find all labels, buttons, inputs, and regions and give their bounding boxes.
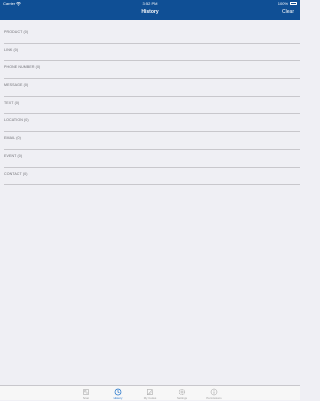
tab-label: Settings	[176, 396, 188, 400]
history-item-email[interactable]: EMAIL (0)	[4, 132, 300, 150]
tab-permissions[interactable]: Permissions	[198, 386, 230, 401]
history-item-event[interactable]: EVENT (0)	[4, 150, 300, 168]
history-item-label: TEXT (0)	[4, 100, 20, 105]
page-title: History	[141, 9, 159, 15]
tab-label: Permissions	[206, 396, 222, 400]
history-item-contact[interactable]: CONTACT (0)	[4, 168, 300, 186]
tab-list: Scan History My Codes Settings Permissio…	[70, 386, 230, 401]
header-bar: Carrier 3:52 PM 100% History Clear	[0, 0, 300, 20]
tab-settings[interactable]: Settings	[166, 386, 198, 401]
tab-bar: Scan History My Codes Settings Permissio…	[0, 385, 300, 400]
status-bar: Carrier 3:52 PM 100%	[0, 0, 300, 7]
status-time: 3:52 PM	[142, 1, 158, 6]
status-right: 100%	[278, 0, 297, 7]
battery-percent: 100%	[277, 1, 288, 6]
history-item-label: PRODUCT (0)	[4, 30, 29, 34]
scan-icon	[83, 388, 89, 395]
history-item-label: PHONE NUMBER (0)	[4, 65, 41, 70]
history-item-label: EVENT (0)	[4, 153, 23, 158]
clock-icon	[114, 388, 122, 395]
info-icon	[210, 388, 218, 395]
history-item-label: CONTACT (0)	[4, 171, 28, 176]
tab-label: My Codes	[143, 396, 157, 400]
history-item-label: LINK (0)	[4, 47, 19, 52]
history-item-message[interactable]: MESSAGE (0)	[4, 79, 300, 97]
history-item-link[interactable]: LINK (0)	[4, 44, 300, 62]
history-item-label: MESSAGE (0)	[4, 83, 29, 88]
tab-scan[interactable]: Scan	[70, 386, 102, 401]
history-item-phone-number[interactable]: PHONE NUMBER (0)	[4, 61, 300, 80]
history-item-location[interactable]: LOCATION (0)	[4, 114, 300, 133]
history-item-label: LOCATION (0)	[4, 118, 29, 123]
tab-label: History	[113, 396, 123, 400]
battery-icon	[290, 2, 297, 5]
tab-my-codes[interactable]: My Codes	[134, 386, 166, 401]
history-item-label: EMAIL (0)	[4, 136, 21, 141]
history-item-product[interactable]: PRODUCT (0)	[4, 26, 300, 44]
clear-button[interactable]: Clear	[282, 9, 294, 16]
history-item-text[interactable]: TEXT (0)	[4, 97, 300, 115]
gear-icon	[178, 388, 186, 395]
edit-icon	[147, 388, 154, 395]
tab-label: Scan	[82, 396, 90, 400]
history-list: PRODUCT (0) LINK (0) PHONE NUMBER (0) ME…	[0, 26, 300, 186]
tab-history[interactable]: History	[102, 386, 134, 401]
